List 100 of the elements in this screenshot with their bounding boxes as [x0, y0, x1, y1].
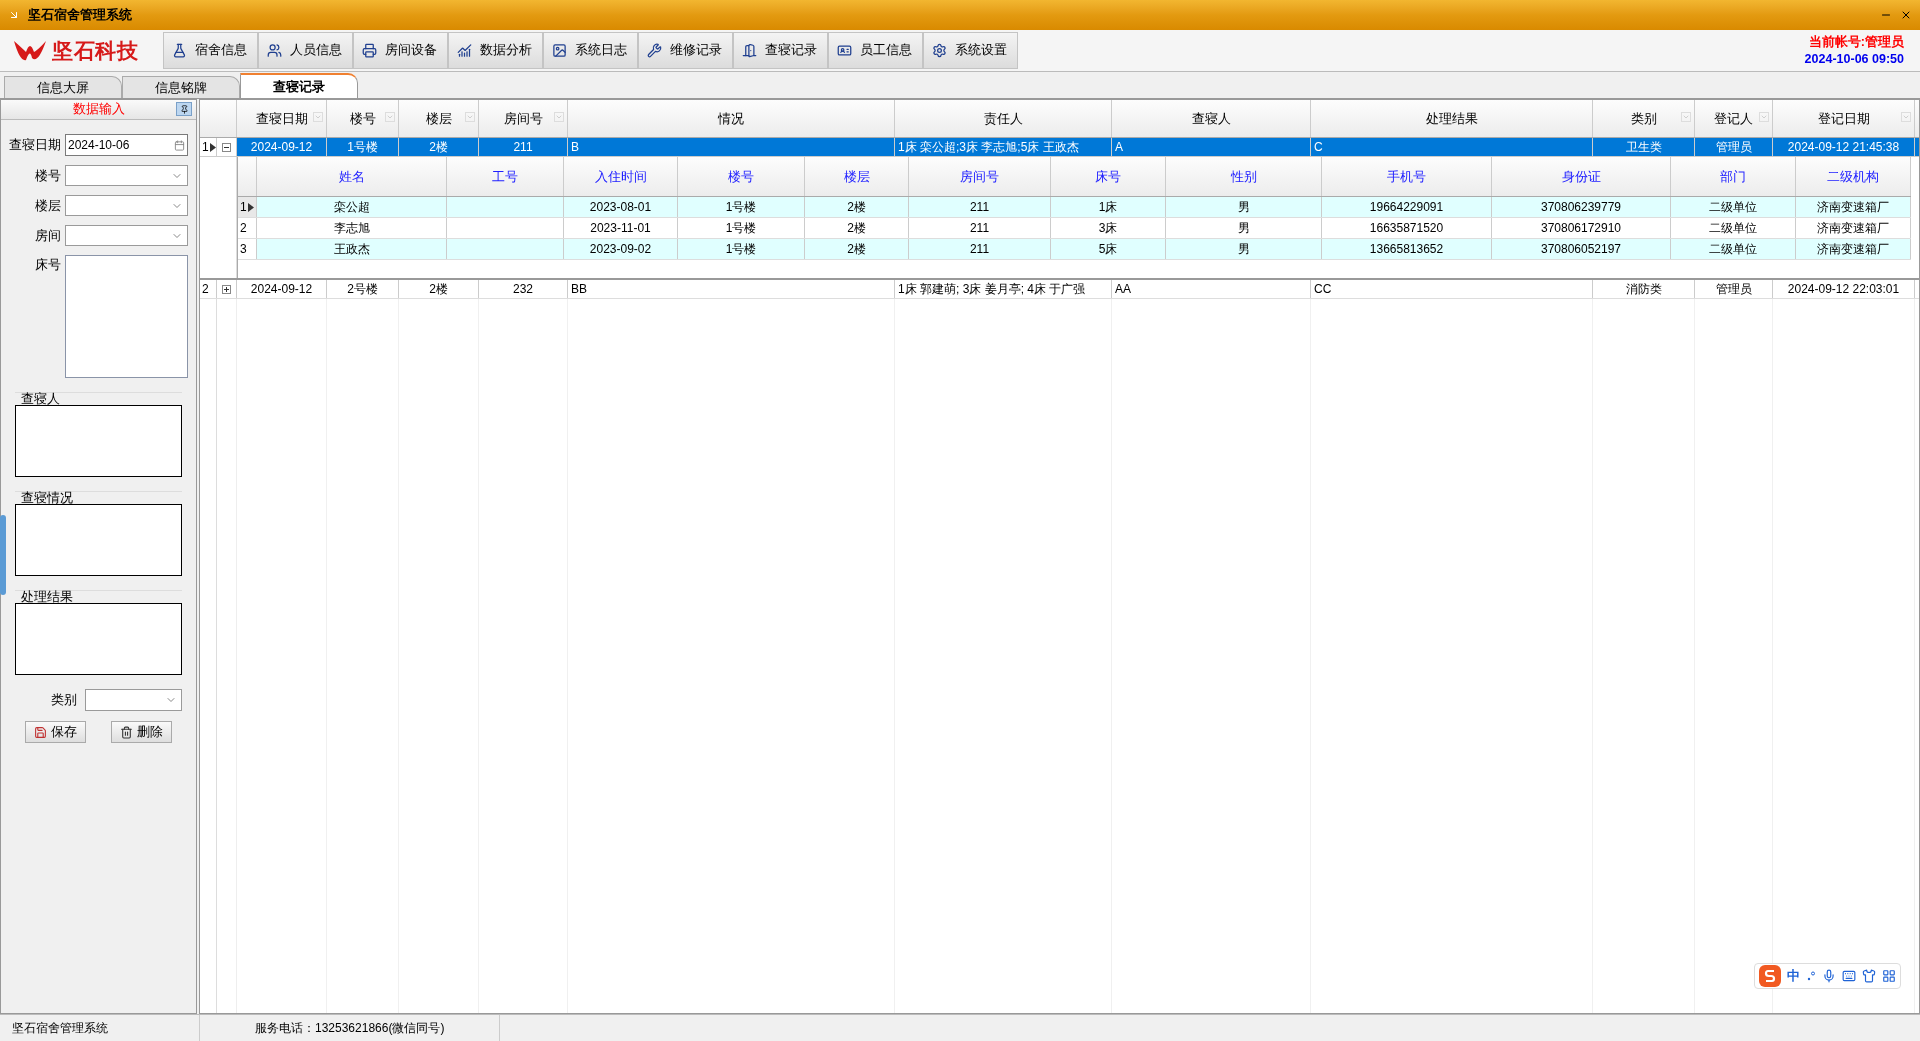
table-cell: 1号楼 — [327, 138, 399, 156]
toolbar-button[interactable]: 房间设备 — [353, 32, 448, 69]
collapse-icon[interactable] — [222, 142, 231, 152]
table-cell: 370806172910 — [1492, 218, 1671, 238]
table-cell: 1床 栾公超;3床 李志旭;5床 王政杰 — [895, 138, 1112, 156]
microphone-icon[interactable] — [1822, 969, 1836, 983]
column-header[interactable]: 部门 — [1671, 157, 1796, 196]
column-header[interactable]: 入住时间 — [564, 157, 678, 196]
table-cell: 消防类 — [1593, 280, 1695, 298]
text-area[interactable] — [15, 603, 182, 675]
dropdown-field[interactable] — [65, 225, 188, 246]
field-label: 楼层 — [34, 196, 61, 215]
column-header[interactable]: 查寝日期 — [237, 100, 327, 137]
save-button[interactable]: 保存 — [25, 721, 86, 743]
dropdown-field[interactable] — [65, 165, 188, 186]
table-cell: B — [568, 138, 895, 156]
table-cell: C — [1311, 138, 1593, 156]
table-cell: 1号楼 — [678, 218, 805, 238]
dropdown-field[interactable] — [85, 689, 182, 711]
toolbar-button[interactable]: 系统日志 — [543, 32, 638, 69]
logo-text: 坚石科技 — [52, 37, 139, 64]
row-header[interactable]: 2 — [200, 280, 217, 298]
trash-icon — [120, 725, 133, 739]
toolbar-button[interactable]: 查寝记录 — [733, 32, 828, 69]
table-cell: 19664229091 — [1322, 197, 1492, 217]
column-header[interactable]: 楼层 — [805, 157, 909, 196]
column-header[interactable]: 情况 — [568, 100, 895, 137]
column-header[interactable]: 楼层 — [399, 100, 479, 137]
table-cell: 2023-09-02 — [564, 239, 678, 259]
table-cell: 济南变速箱厂 — [1796, 197, 1911, 217]
close-icon[interactable] — [1900, 9, 1912, 21]
toolbar-icon — [932, 43, 947, 58]
row-header[interactable]: 2 — [238, 218, 257, 238]
delete-button[interactable]: 删除 — [111, 721, 172, 743]
text-area[interactable] — [15, 405, 182, 477]
current-datetime: 2024-10-06 09:50 — [1804, 50, 1904, 68]
column-header[interactable]: 查寝人 — [1112, 100, 1311, 137]
column-header[interactable]: 性别 — [1166, 157, 1322, 196]
tab[interactable]: 信息大屏 — [4, 76, 122, 98]
row-header[interactable]: 3 — [238, 239, 257, 259]
table-cell: 济南变速箱厂 — [1796, 239, 1911, 259]
table-cell: 管理员 — [1695, 138, 1773, 156]
tab[interactable]: 信息铭牌 — [122, 76, 240, 98]
column-header[interactable]: 楼号 — [327, 100, 399, 137]
punctuation-icon[interactable] — [1806, 971, 1816, 981]
grid-icon[interactable] — [1882, 969, 1896, 983]
status-text: 坚石宿舍管理系统 — [0, 1015, 200, 1041]
table-cell: 211 — [909, 197, 1051, 217]
table-cell: 男 — [1166, 197, 1322, 217]
toolbar-button[interactable]: 宿舍信息 — [163, 32, 258, 69]
table-cell: 13665813652 — [1322, 239, 1492, 259]
table-cell: 5床 — [1051, 239, 1166, 259]
column-header[interactable]: 登记日期 — [1773, 100, 1915, 137]
calendar-icon[interactable] — [174, 139, 185, 151]
dropdown-field[interactable] — [65, 195, 188, 216]
column-header[interactable]: 房间号 — [479, 100, 568, 137]
table-cell: 二级单位 — [1671, 239, 1796, 259]
column-header[interactable]: 身份证 — [1492, 157, 1671, 196]
row-header[interactable]: 1 — [200, 138, 217, 156]
field-label: 类别 — [50, 691, 78, 710]
shirt-icon[interactable] — [1862, 969, 1876, 983]
table-cell: 211 — [479, 138, 568, 156]
toolbar-button[interactable]: 员工信息 — [828, 32, 923, 69]
pin-button[interactable] — [176, 102, 192, 116]
tab[interactable]: 查寝记录 — [240, 73, 358, 98]
date-field[interactable]: 2024-10-06 — [65, 134, 188, 156]
column-header[interactable]: 工号 — [447, 157, 564, 196]
keyboard-icon[interactable] — [1842, 969, 1856, 983]
column-header[interactable]: 手机号 — [1322, 157, 1492, 196]
bed-list[interactable] — [65, 255, 188, 378]
column-header[interactable]: 姓名 — [257, 157, 447, 196]
row-header[interactable]: 1 — [238, 197, 257, 217]
column-header[interactable]: 床号 — [1051, 157, 1166, 196]
column-header[interactable]: 楼号 — [678, 157, 805, 196]
table-cell: 2023-08-01 — [564, 197, 678, 217]
table-cell: 济南变速箱厂 — [1796, 218, 1911, 238]
column-header[interactable]: 责任人 — [895, 100, 1112, 137]
table-cell: 2号楼 — [327, 280, 399, 298]
table-cell: 2楼 — [399, 280, 479, 298]
text-area[interactable] — [15, 504, 182, 576]
table-cell: 1号楼 — [678, 197, 805, 217]
ime-logo-icon[interactable] — [1759, 965, 1781, 987]
toolbar-button[interactable]: 数据分析 — [448, 32, 543, 69]
column-header[interactable]: 类别 — [1593, 100, 1695, 137]
splitter-handle[interactable] — [0, 515, 6, 595]
toolbar-button[interactable]: 人员信息 — [258, 32, 353, 69]
toolbar-button[interactable]: 系统设置 — [923, 32, 1018, 69]
column-header[interactable]: 登记人 — [1695, 100, 1773, 137]
expand-icon[interactable] — [222, 284, 231, 294]
column-header[interactable]: 房间号 — [909, 157, 1051, 196]
table-cell: 232 — [479, 280, 568, 298]
table-cell: 二级单位 — [1671, 218, 1796, 238]
column-header[interactable]: 处理结果 — [1311, 100, 1593, 137]
toolbar-button[interactable]: 维修记录 — [638, 32, 733, 69]
table-cell: BB — [568, 280, 895, 298]
column-header[interactable]: 二级机构 — [1796, 157, 1911, 196]
field-label: 床号 — [34, 256, 61, 274]
toolbar-icon — [742, 43, 757, 58]
ime-mode[interactable]: 中 — [1787, 966, 1800, 986]
pin-icon — [179, 104, 189, 114]
